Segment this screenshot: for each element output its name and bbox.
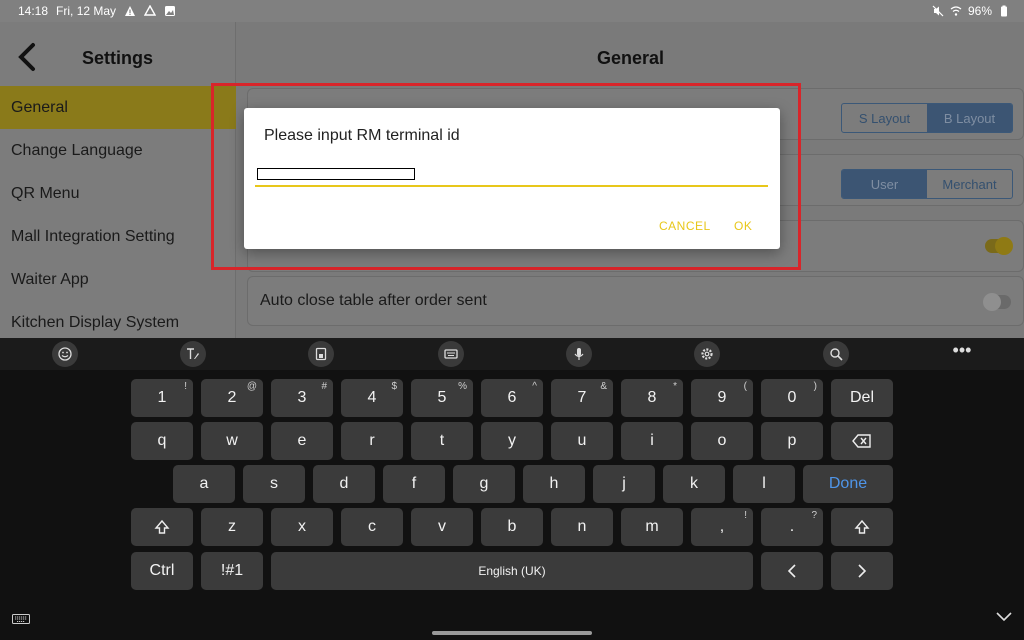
key-y[interactable]: y (481, 422, 543, 460)
key-0[interactable]: 0) (761, 379, 823, 417)
key-period[interactable]: .? (761, 508, 823, 546)
input-underline (255, 185, 768, 187)
settings-menu: General Change Language QR Menu Mall Int… (0, 86, 236, 344)
keyboard-toolbar: ••• (0, 338, 1024, 370)
battery-percent: 96% (967, 4, 992, 18)
key-4[interactable]: 4 $ (341, 379, 403, 417)
dialog-title: Please input RM terminal id (264, 127, 460, 144)
emoji-icon[interactable] (52, 341, 78, 367)
recycle-icon (144, 5, 157, 16)
shift-key-left[interactable] (131, 508, 193, 546)
sidebar-item-general[interactable]: General (0, 86, 236, 129)
key-j[interactable]: j (593, 465, 655, 503)
key-h[interactable]: h (523, 465, 585, 503)
s-layout-option[interactable]: S Layout (842, 104, 927, 132)
terminal-id-input[interactable] (257, 168, 415, 180)
key-o[interactable]: o (691, 422, 753, 460)
alert-icon (125, 6, 136, 16)
key-a[interactable]: a (173, 465, 235, 503)
cancel-button[interactable]: CANCEL (659, 219, 711, 233)
arrow-right-key[interactable] (831, 552, 893, 590)
merchant-option[interactable]: Merchant (927, 170, 1012, 198)
key-l[interactable]: l (733, 465, 795, 503)
key-w[interactable]: w (201, 422, 263, 460)
wifi-icon (950, 6, 962, 16)
chevron-down-icon[interactable] (995, 610, 1013, 624)
keyboard-switch-icon[interactable] (12, 614, 30, 624)
battery-icon (1001, 5, 1007, 17)
onscreen-keyboard: 1! 2 @3 #4 $5% 6 ^ 7 & 8 * 9(0) Del q w e r t y u i o p a s d f g h j… (0, 370, 1024, 640)
key-m[interactable]: m (621, 508, 683, 546)
key-5[interactable]: 5% (411, 379, 473, 417)
key-8[interactable]: 8 * (621, 379, 683, 417)
key-comma[interactable]: ,! (691, 508, 753, 546)
sidebar-item-qr-menu[interactable]: QR Menu (0, 172, 236, 215)
ctrl-key[interactable]: Ctrl (131, 552, 193, 590)
b-layout-option[interactable]: B Layout (927, 104, 1012, 132)
key-x[interactable]: x (271, 508, 333, 546)
gallery-icon (165, 6, 176, 16)
more-options-icon[interactable]: ••• (950, 341, 974, 366)
key-2[interactable]: 2 @ (201, 379, 263, 417)
key-3[interactable]: 3 # (271, 379, 333, 417)
key-b[interactable]: b (481, 508, 543, 546)
status-date: Fri, 12 May (56, 4, 117, 18)
home-indicator[interactable] (432, 631, 592, 635)
key-6[interactable]: 6 ^ (481, 379, 543, 417)
status-time: 14:18 (18, 4, 49, 18)
ok-button[interactable]: OK (734, 219, 752, 233)
key-i[interactable]: i (621, 422, 683, 460)
terminal-id-dialog: Please input RM terminal id CANCEL OK (244, 108, 780, 249)
key-7[interactable]: 7 & (551, 379, 613, 417)
mute-icon (932, 5, 944, 17)
gear-icon[interactable] (694, 341, 720, 367)
setting-toggle-on[interactable] (985, 237, 1013, 255)
sidebar-item-mall-integration[interactable]: Mall Integration Setting (0, 215, 236, 258)
layout-segmented-control: S Layout B Layout (841, 103, 1013, 133)
sidebar-item-waiter-app[interactable]: Waiter App (0, 258, 236, 301)
sidebar-item-change-language[interactable]: Change Language (0, 129, 236, 172)
key-t[interactable]: t (411, 422, 473, 460)
done-key[interactable]: Done (803, 465, 893, 503)
search-icon[interactable] (823, 341, 849, 367)
mode-segmented-control: User Merchant (841, 169, 1013, 199)
key-f[interactable]: f (383, 465, 445, 503)
auto-close-label: Auto close table after order sent (260, 292, 487, 309)
key-k[interactable]: k (663, 465, 725, 503)
key-1[interactable]: 1! (131, 379, 193, 417)
clipboard-icon[interactable] (308, 341, 334, 367)
key-q[interactable]: q (131, 422, 193, 460)
key-9[interactable]: 9( (691, 379, 753, 417)
key-c[interactable]: c (341, 508, 403, 546)
keyboard-layout-icon[interactable] (438, 341, 464, 367)
key-n[interactable]: n (551, 508, 613, 546)
arrow-left-key[interactable] (761, 552, 823, 590)
auto-close-row: Auto close table after order sent (247, 276, 1024, 326)
key-p[interactable]: p (761, 422, 823, 460)
shift-key-right[interactable] (831, 508, 893, 546)
settings-sidebar: Settings General Change Language QR Menu… (0, 22, 236, 338)
space-key[interactable]: English (UK) (271, 552, 753, 590)
status-bar: 14:18 Fri, 12 May 96% (0, 0, 1024, 22)
user-option[interactable]: User (842, 170, 927, 198)
handwriting-icon[interactable] (180, 341, 206, 367)
key-z[interactable]: z (201, 508, 263, 546)
key-e[interactable]: e (271, 422, 333, 460)
key-s[interactable]: s (243, 465, 305, 503)
auto-close-toggle[interactable] (983, 293, 1011, 311)
page-title: General (596, 48, 665, 68)
key-g[interactable]: g (453, 465, 515, 503)
key-r[interactable]: r (341, 422, 403, 460)
key-u[interactable]: u (551, 422, 613, 460)
microphone-icon[interactable] (566, 341, 592, 367)
delete-key[interactable]: Del (831, 379, 893, 417)
symbols-key[interactable]: !#1 (201, 552, 263, 590)
key-v[interactable]: v (411, 508, 473, 546)
settings-title: Settings (82, 48, 154, 68)
key-d[interactable]: d (313, 465, 375, 503)
back-arrow-icon[interactable] (14, 42, 40, 72)
backspace-key[interactable] (831, 422, 893, 460)
